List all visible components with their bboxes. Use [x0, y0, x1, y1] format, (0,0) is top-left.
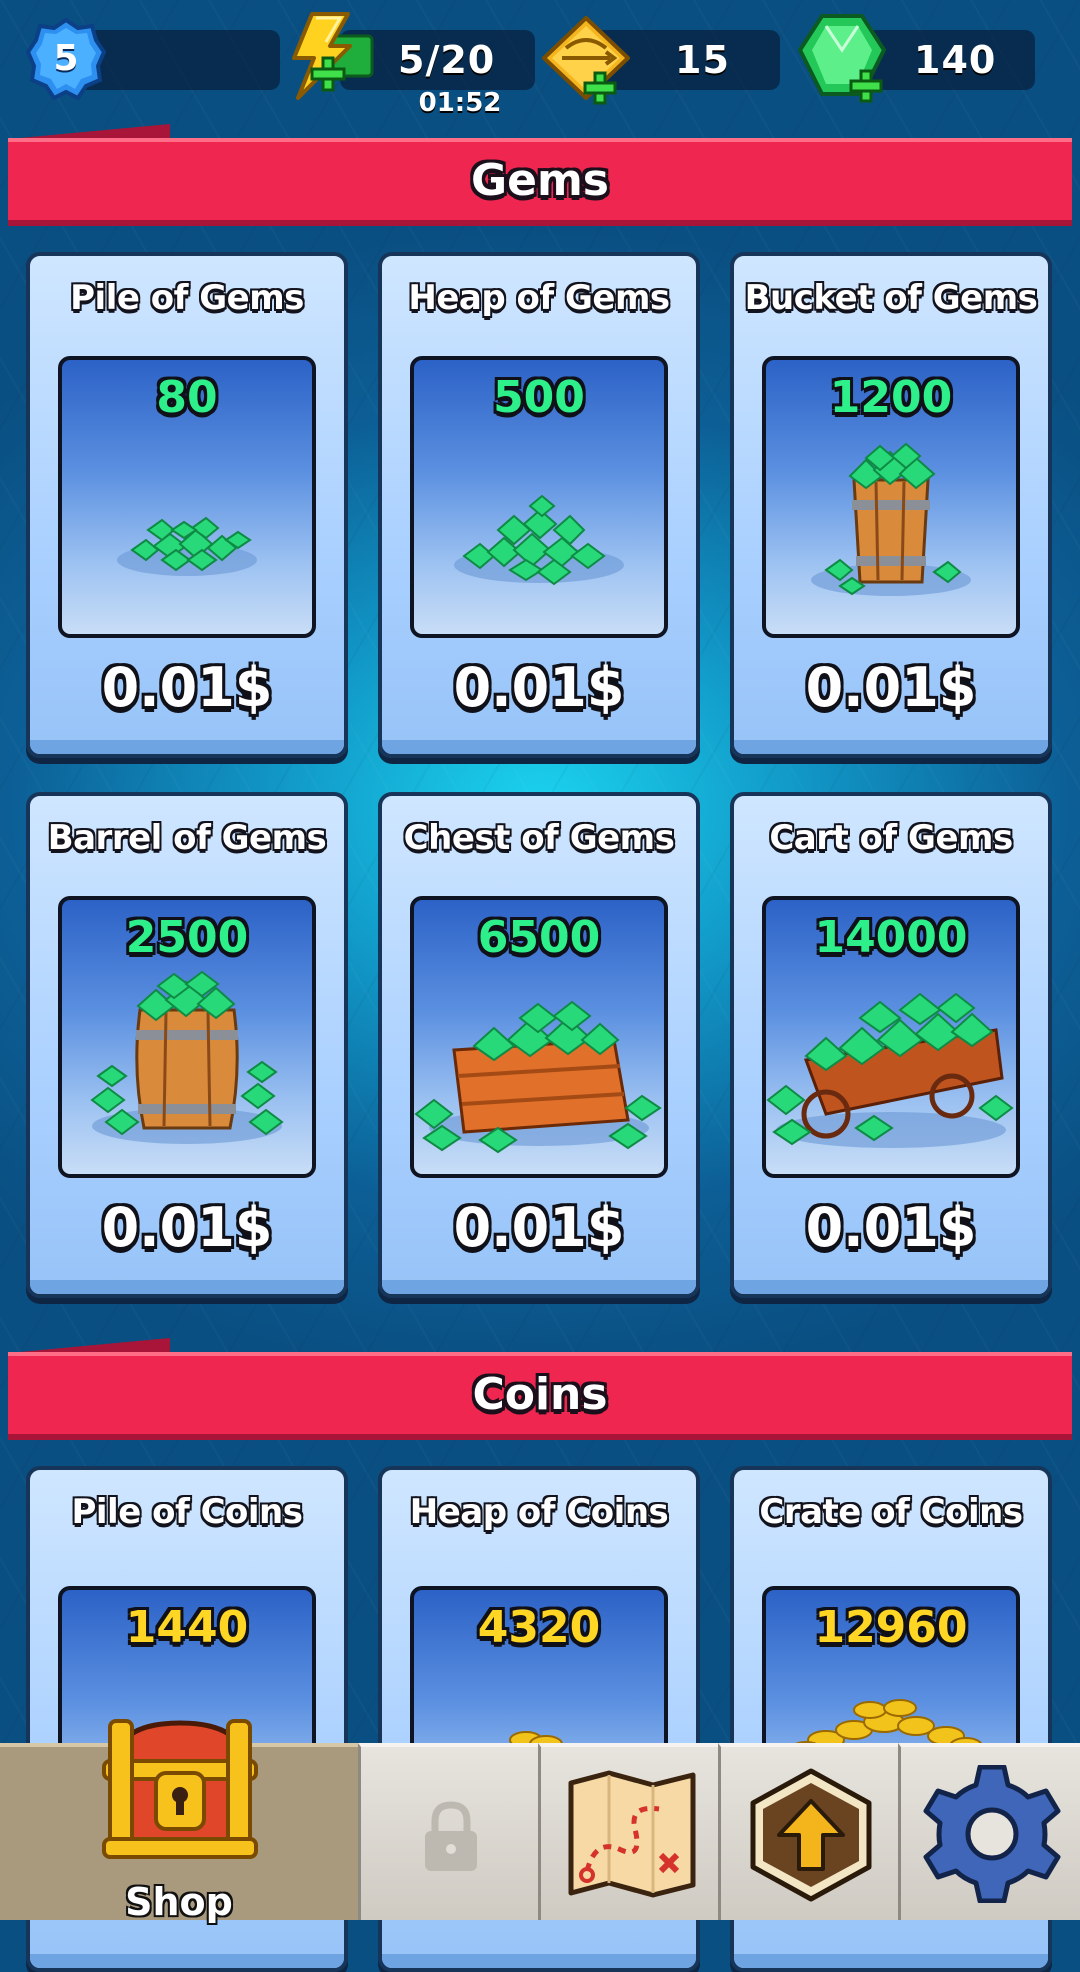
shop-card-barrel-of-gems[interactable]: Barrel of Gems 2500 0.01$: [26, 792, 348, 1298]
card-title: Bucket of Gems: [744, 278, 1038, 318]
card-title: Pile of Gems: [70, 278, 304, 318]
price-label: 0.01$: [453, 656, 625, 719]
card-title: Cart of Gems: [769, 818, 1013, 858]
chest-icon: [102, 1719, 258, 1859]
map-icon: [568, 1770, 696, 1898]
price-label: 0.01$: [101, 656, 273, 719]
coins-section-banner: Coins: [8, 1352, 1072, 1440]
cart-of-gems-image: 14000: [762, 896, 1020, 1178]
gear-icon: [923, 1765, 1061, 1903]
price-label: 0.01$: [101, 1196, 273, 1259]
shop-card-chest-of-gems[interactable]: Chest of Gems 6500 0.01$: [378, 792, 700, 1298]
shop-card-heap-of-gems[interactable]: Heap of Gems 500 0.01$: [378, 252, 700, 758]
arrows-count: 15: [675, 38, 730, 82]
shop-card-cart-of-gems[interactable]: Cart of Gems 14000 0.01$: [730, 792, 1052, 1298]
pile-of-gems-image: 80: [58, 356, 316, 638]
gem-amount: 1200: [829, 372, 953, 423]
nav-shop-tab[interactable]: Shop: [0, 1719, 358, 1924]
card-title: Pile of Coins: [71, 1492, 303, 1532]
nav-settings-tab[interactable]: [898, 1743, 1080, 1920]
price-label: 0.01$: [805, 656, 977, 719]
section-title: Coins: [472, 1369, 608, 1420]
chest-of-gems-image: 6500: [410, 896, 668, 1178]
nav-upgrade-tab[interactable]: [718, 1743, 898, 1920]
price-label: 0.01$: [453, 1196, 625, 1259]
card-title: Barrel of Gems: [47, 818, 327, 858]
energy-add-icon[interactable]: [276, 12, 380, 100]
gems-count: 140: [914, 38, 997, 82]
price-label: 0.01$: [805, 1196, 977, 1259]
bow-add-icon[interactable]: [536, 14, 636, 106]
coin-amount: 4320: [477, 1602, 601, 1653]
barrel-of-gems-image: 2500: [58, 896, 316, 1178]
lock-icon: [425, 1801, 477, 1871]
resource-bar: 5 5/20 01:52 15 140: [0, 0, 1080, 125]
gem-amount: 14000: [814, 912, 968, 963]
card-title: Crate of Coins: [759, 1492, 1023, 1532]
coin-amount: 12960: [814, 1602, 968, 1653]
upgrade-arrow-icon: [750, 1768, 872, 1902]
card-title: Chest of Gems: [403, 818, 675, 858]
heap-of-gems-image: 500: [410, 356, 668, 638]
nav-map-tab[interactable]: [538, 1743, 718, 1920]
bucket-of-gems-image: 1200: [762, 356, 1020, 638]
gem-amount: 80: [156, 372, 218, 423]
energy-timer: 01:52: [418, 88, 502, 118]
shop-card-bucket-of-gems[interactable]: Bucket of Gems 1200 0.01$: [730, 252, 1052, 758]
bottom-navigation: Shop: [0, 1719, 1080, 1924]
nav-shop-label: Shop: [125, 1880, 233, 1924]
shop-card-pile-of-gems[interactable]: Pile of Gems 80 0.01$: [26, 252, 348, 758]
card-title: Heap of Gems: [408, 278, 670, 318]
energy-count: 5/20: [398, 38, 496, 82]
nav-locked-tab[interactable]: [358, 1743, 538, 1920]
gem-amount: 500: [493, 372, 585, 423]
level-number: 5: [53, 38, 79, 79]
gem-amount: 6500: [477, 912, 601, 963]
coin-amount: 1440: [125, 1602, 249, 1653]
gems-section-banner: Gems: [8, 138, 1072, 226]
gem-amount: 2500: [125, 912, 249, 963]
gem-add-icon[interactable]: [792, 10, 892, 106]
section-title: Gems: [471, 155, 609, 206]
card-title: Heap of Coins: [409, 1492, 669, 1532]
